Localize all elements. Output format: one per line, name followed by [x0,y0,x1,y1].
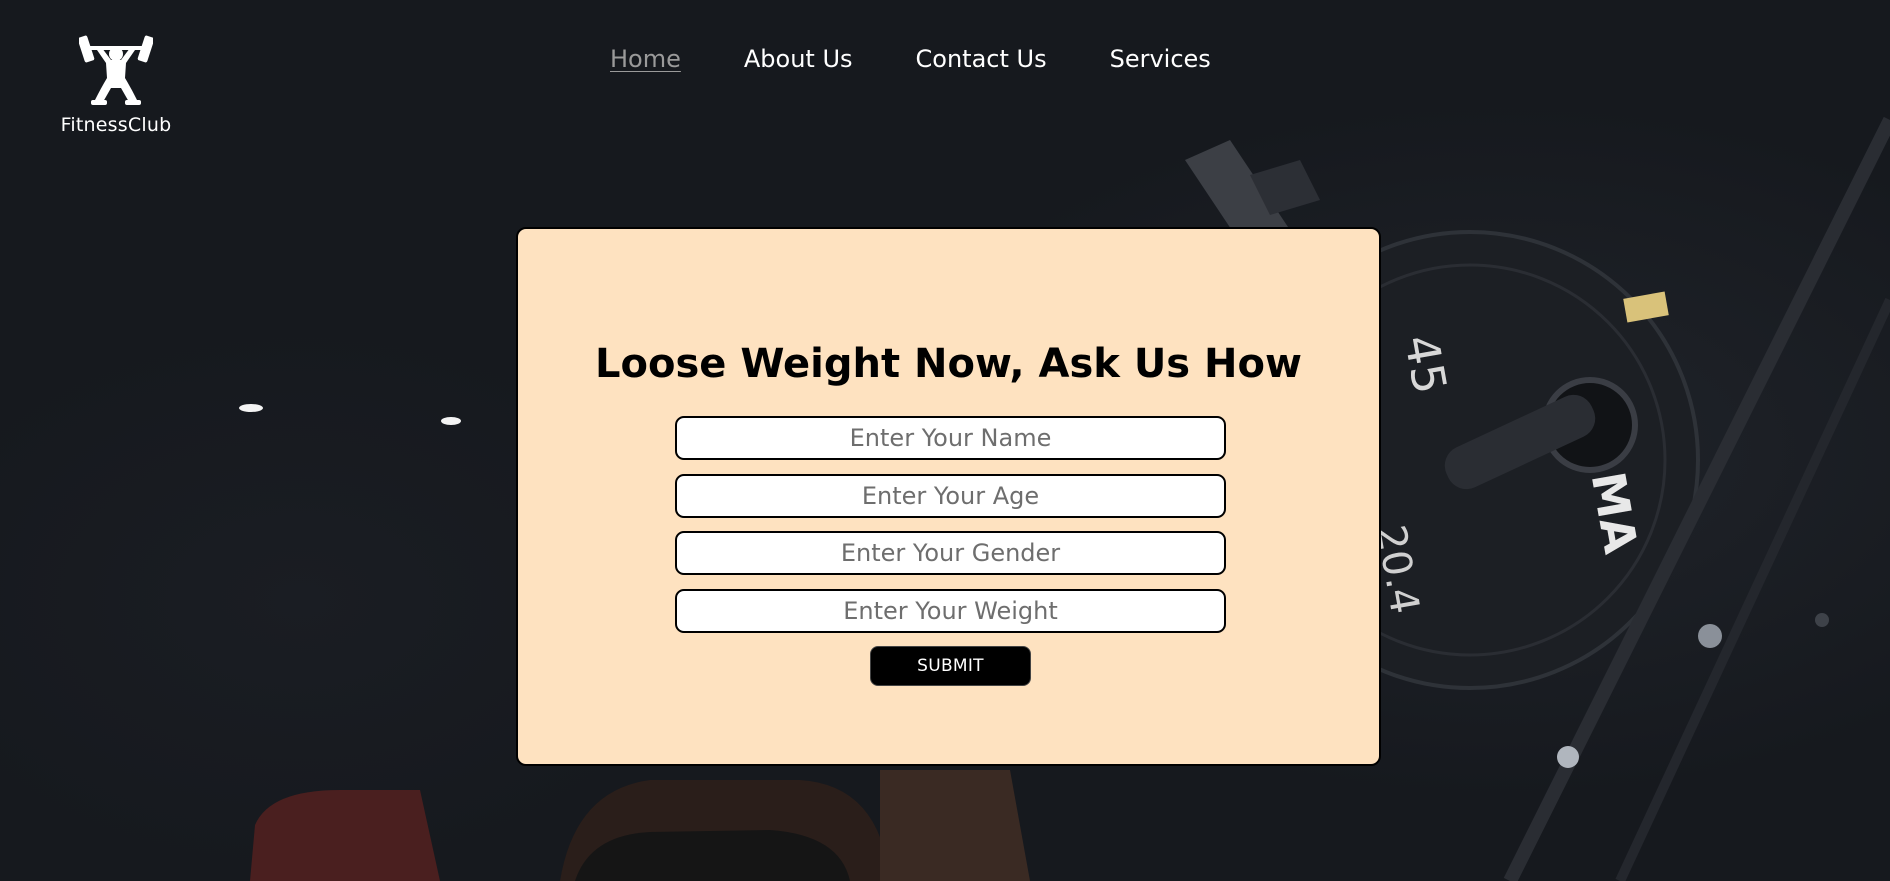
submit-button[interactable]: SUBMIT [870,646,1031,686]
person-arm [880,770,1030,881]
ceiling-light [239,404,263,412]
name-input[interactable] [675,416,1226,460]
rack-bolt [1557,746,1579,768]
gender-input[interactable] [675,531,1226,575]
main-nav: Home About Us Contact Us Services [610,42,1274,76]
signup-card: Loose Weight Now, Ask Us How SUBMIT [516,227,1381,766]
nav-about-us[interactable]: About Us [744,42,853,76]
plate-number: 45 [1394,331,1457,398]
weightlifter-icon [79,35,153,105]
rack-bolt [1815,613,1829,627]
brand-name: FitnessClub [60,114,172,136]
weight-input[interactable] [675,589,1226,633]
rack-bolt [1698,624,1722,648]
nav-services[interactable]: Services [1110,42,1211,76]
brand-logo[interactable]: FitnessClub [60,30,172,136]
ceiling-light [441,417,461,425]
form-title: Loose Weight Now, Ask Us How [595,341,1302,387]
nav-contact-us[interactable]: Contact Us [916,42,1047,76]
bench-pad [250,790,440,881]
age-input[interactable] [675,474,1226,518]
nav-home[interactable]: Home [610,42,681,76]
